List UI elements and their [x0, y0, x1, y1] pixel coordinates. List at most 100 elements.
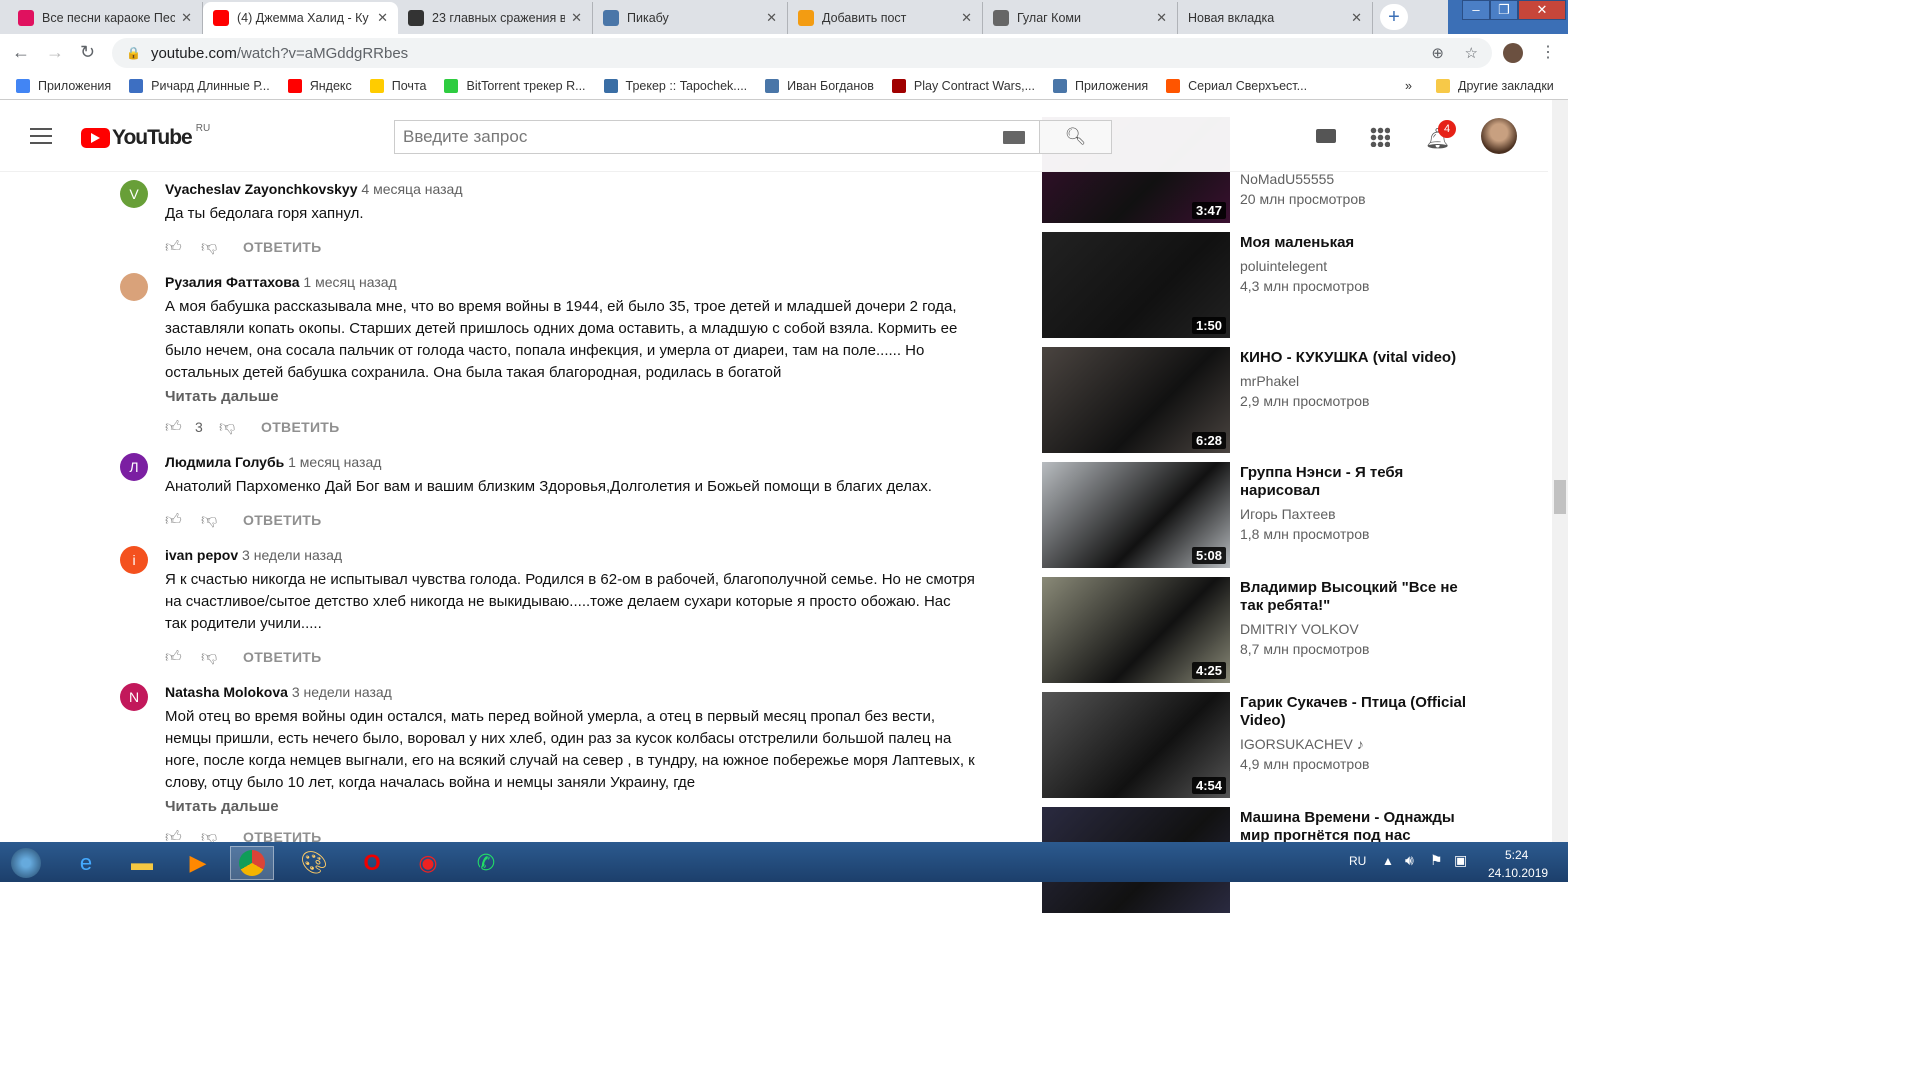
star-icon[interactable]: ☆ [1465, 44, 1478, 62]
page-scrollbar[interactable] [1552, 100, 1568, 842]
channel-name[interactable]: poluintelegent [1240, 258, 1327, 274]
thumbs-down-icon[interactable]: 👎︎ [201, 511, 237, 530]
bookmark[interactable]: Сериал Сверхъест... [1166, 78, 1307, 93]
comment-time[interactable]: 1 месяц назад [303, 274, 396, 290]
bookmark[interactable]: Иван Богданов [765, 78, 874, 93]
bookmark[interactable]: Трекер :: Tapochek.... [603, 78, 747, 93]
comment-time[interactable]: 1 месяц назад [288, 454, 381, 470]
apps-grid-icon[interactable] [1370, 127, 1390, 147]
tab[interactable]: Все песни караоке Пес ✕ [8, 2, 203, 34]
channel-name[interactable]: IGORSUKACHEV [1240, 736, 1353, 752]
close-tab-icon[interactable]: ✕ [377, 10, 388, 26]
network-icon[interactable]: ▣ [1454, 852, 1467, 869]
comment-author[interactable]: Людмила Голубь [165, 454, 284, 470]
channel-name[interactable]: DMITRIY VOLKOV [1240, 621, 1359, 637]
menu-icon[interactable]: ⋮ [1540, 42, 1556, 62]
language-indicator[interactable]: RU [1349, 854, 1366, 868]
maximize-button[interactable]: ❐ [1490, 0, 1518, 20]
video-thumbnail[interactable]: 5:08 [1042, 462, 1230, 568]
video-title[interactable]: КИНО - КУКУШКА (vital video) [1240, 349, 1480, 367]
video-title[interactable]: Машина Времени - Однажды мир прогнётся п… [1240, 809, 1480, 845]
youtube-logo[interactable]: YouTube RU [81, 123, 210, 150]
related-video[interactable]: 4:54 Гарик Сукачев - Птица (Official Vid… [1042, 692, 1542, 807]
close-tab-icon[interactable]: ✕ [1351, 10, 1362, 26]
comment-time[interactable]: 3 недели назад [292, 684, 392, 700]
reply-button[interactable]: ОТВЕТИТЬ [243, 239, 322, 255]
reply-button[interactable]: ОТВЕТИТЬ [243, 512, 322, 528]
thumbs-up-icon[interactable]: 👍︎ [165, 511, 201, 530]
avatar[interactable]: i [120, 546, 148, 574]
bookmark[interactable]: Приложения [16, 78, 111, 93]
app-icon[interactable]: ◉ [406, 846, 450, 880]
internet-explorer-icon[interactable]: e [64, 846, 108, 880]
file-explorer-icon[interactable]: ▬ [120, 846, 164, 880]
close-tab-icon[interactable]: ✕ [1156, 10, 1167, 26]
close-tab-icon[interactable]: ✕ [181, 10, 192, 26]
forward-icon[interactable]: → [46, 42, 64, 63]
tab[interactable]: 23 главных сражения в ✕ [398, 2, 593, 34]
zoom-icon[interactable]: ⊕ [1431, 44, 1444, 62]
bookmark[interactable]: Play Contract Wars,... [891, 78, 1035, 93]
bookmark[interactable]: Приложения [1052, 78, 1148, 93]
video-title[interactable]: Моя маленькая [1240, 234, 1480, 252]
avatar[interactable]: V [120, 180, 148, 208]
bookmarks-overflow-button[interactable]: » [1405, 79, 1412, 93]
thumbs-down-icon[interactable]: 👎︎ [219, 418, 255, 437]
video-title[interactable]: Владимир Высоцкий "Все не так ребята!" [1240, 579, 1480, 615]
flag-icon[interactable]: ⚑ [1430, 852, 1443, 869]
paint-icon[interactable]: 🎨︎ [292, 846, 336, 880]
bookmark[interactable]: Почта [369, 78, 426, 93]
close-tab-icon[interactable]: ✕ [571, 10, 582, 26]
hamburger-menu-icon[interactable] [30, 128, 52, 144]
clock-time[interactable]: 5:24 [1505, 848, 1528, 862]
comment-time[interactable]: 4 месяца назад [361, 181, 462, 197]
tab[interactable]: Пикабу ✕ [593, 2, 788, 34]
related-video[interactable]: 5:08 Группа Нэнси - Я тебя нарисовал Иго… [1042, 462, 1542, 577]
video-thumbnail[interactable]: 6:28 [1042, 347, 1230, 453]
address-bar[interactable]: 🔒 youtube.com/watch?v=aMGddgRRbes ⊕ ☆ [112, 38, 1492, 68]
keyboard-icon[interactable] [1003, 131, 1025, 144]
related-video[interactable]: 4:25 Владимир Высоцкий "Все не так ребят… [1042, 577, 1542, 692]
bookmark[interactable]: Ричард Длинные Р... [129, 78, 270, 93]
video-thumbnail[interactable]: 4:25 [1042, 577, 1230, 683]
avatar[interactable]: Л [120, 453, 148, 481]
close-window-button[interactable]: ✕ [1518, 0, 1566, 20]
close-tab-icon[interactable]: ✕ [961, 10, 972, 26]
search-input[interactable]: Введите запрос [394, 120, 1040, 154]
read-more-link[interactable]: Читать дальше [165, 388, 998, 405]
upload-video-icon[interactable] [1316, 129, 1336, 143]
other-bookmarks[interactable]: Другие закладки [1436, 78, 1554, 93]
video-title[interactable]: Гарик Сукачев - Птица (Official Video) [1240, 694, 1480, 730]
clock-date[interactable]: 24.10.2019 [1488, 866, 1548, 880]
tab[interactable]: Добавить пост ✕ [788, 2, 983, 34]
tab[interactable]: Новая вкладка ✕ [1178, 2, 1373, 34]
thumbs-up-icon[interactable]: 👍︎ [165, 238, 201, 257]
search-button[interactable]: 🔍︎ [1040, 120, 1112, 154]
video-thumbnail[interactable]: 4:54 [1042, 692, 1230, 798]
video-title[interactable]: Группа Нэнси - Я тебя нарисовал [1240, 464, 1480, 500]
whatsapp-icon[interactable]: ✆ [464, 846, 508, 880]
comment-author[interactable]: ivan pepov [165, 547, 238, 563]
channel-name[interactable]: NoMadU55555 [1240, 171, 1334, 187]
thumbs-down-icon[interactable]: 👎︎ [201, 238, 237, 257]
channel-name[interactable]: Игорь Пахтеев [1240, 506, 1336, 522]
close-tab-icon[interactable]: ✕ [766, 10, 777, 26]
reload-icon[interactable]: ↻ [80, 42, 95, 63]
channel-name[interactable]: mrPhakel [1240, 373, 1299, 389]
bookmark[interactable]: BitTorrent трекер R... [444, 78, 586, 93]
video-thumbnail[interactable]: 1:50 [1042, 232, 1230, 338]
back-icon[interactable]: ← [12, 42, 30, 63]
tab[interactable]: Гулаг Коми ✕ [983, 2, 1178, 34]
comment-time[interactable]: 3 недели назад [242, 547, 342, 563]
user-avatar[interactable] [1481, 118, 1517, 154]
comment-author[interactable]: Vyacheslav Zayonchkovskyy [165, 181, 358, 197]
new-tab-button[interactable]: + [1380, 4, 1408, 30]
tray-expand-icon[interactable]: ▲ [1382, 854, 1394, 868]
opera-icon[interactable]: O [350, 846, 394, 880]
thumbs-down-icon[interactable]: 👎︎ [201, 648, 237, 667]
chrome-icon[interactable] [230, 846, 274, 880]
reply-button[interactable]: ОТВЕТИТЬ [243, 649, 322, 665]
avatar[interactable] [120, 273, 148, 301]
related-video[interactable]: 6:28 КИНО - КУКУШКА (vital video) mrPhak… [1042, 347, 1542, 462]
start-button[interactable] [4, 846, 48, 880]
